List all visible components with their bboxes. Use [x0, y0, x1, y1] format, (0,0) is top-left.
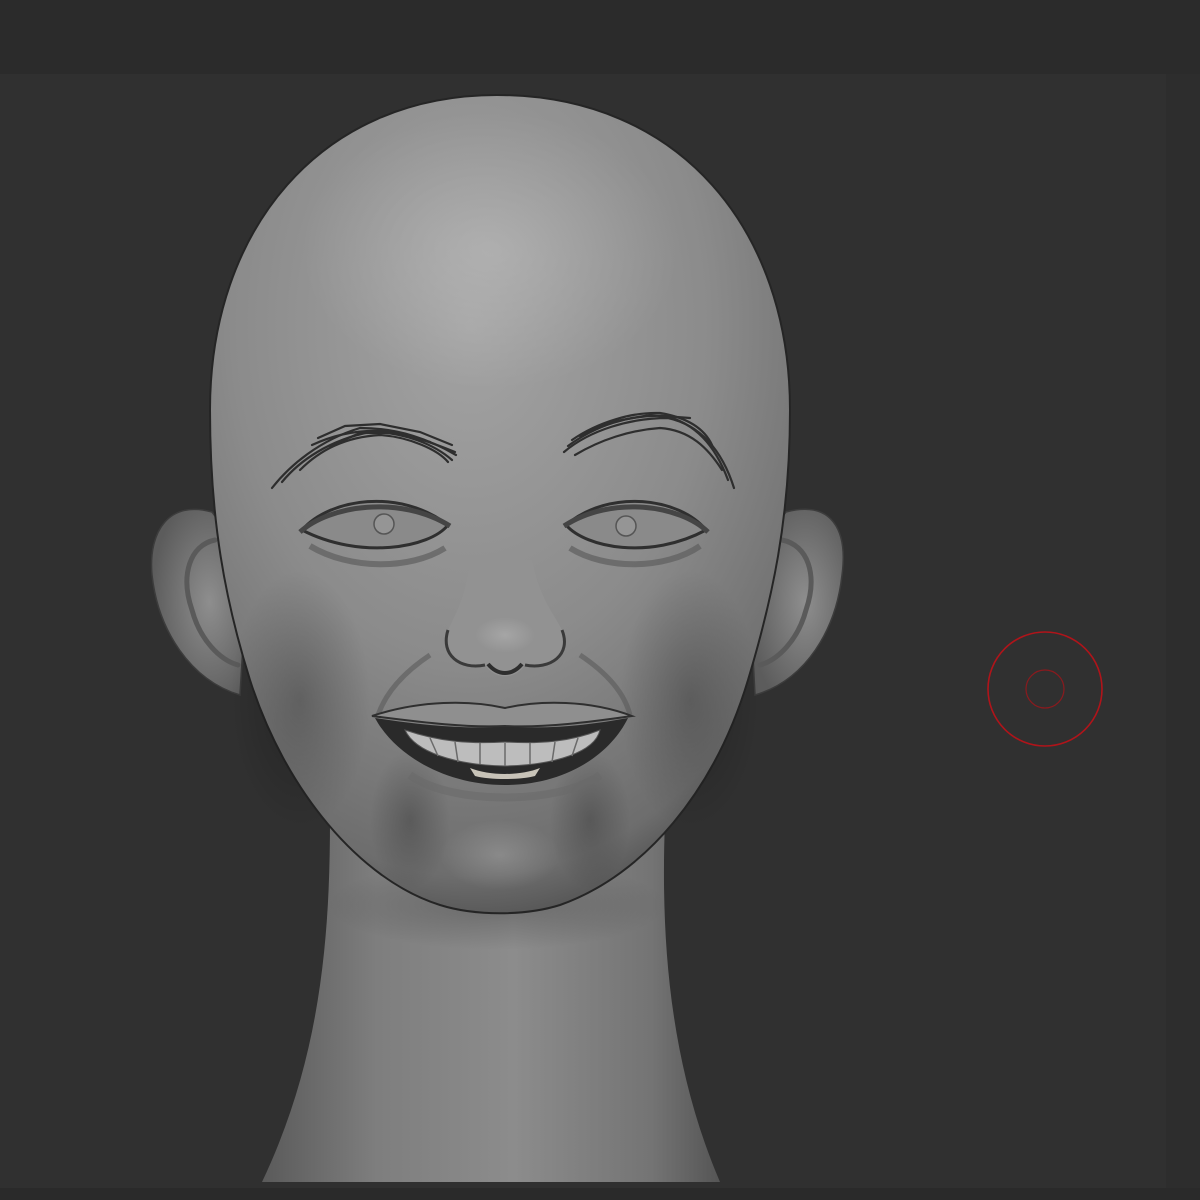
bottom-bar-area: [0, 1188, 1200, 1200]
right-panel-edge: [1166, 74, 1200, 1188]
top-toolbar-area: [0, 0, 1200, 74]
3d-viewport-canvas[interactable]: [0, 74, 1166, 1188]
sculpt-app: [0, 0, 1200, 1200]
